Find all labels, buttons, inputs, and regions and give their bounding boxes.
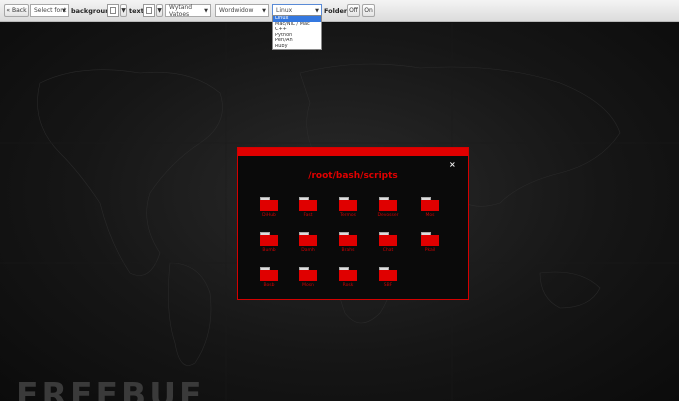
- theme-select-value: Wordwidow: [219, 7, 254, 14]
- folder-dialog: × /root/bash/scripts DiHub Fast Termos D…: [237, 147, 469, 300]
- folders-off-button[interactable]: Off: [347, 4, 360, 17]
- background-color-swatch[interactable]: [107, 4, 119, 17]
- dialog-path-title: /root/bash/scripts: [308, 171, 398, 181]
- folder-name: Mosn: [302, 283, 314, 288]
- folder-name: Bumb: [262, 248, 276, 253]
- chevron-down-icon: ▼: [157, 7, 162, 14]
- folder-icon: [339, 200, 357, 211]
- folder-item[interactable]: Chat: [379, 232, 407, 256]
- os-dropdown-list[interactable]: Linux Mac/NIL / Mac C++ Python Perl/Ah R…: [272, 15, 322, 50]
- folder-name: Pkail: [424, 248, 436, 253]
- folder-icon: [260, 270, 278, 281]
- folder-item[interactable]: Brahs: [339, 232, 367, 256]
- folder-item[interactable]: Devosser: [378, 197, 407, 221]
- text-color-preview: [146, 7, 152, 14]
- folders-on-button[interactable]: On: [362, 4, 375, 17]
- folder-icon: [421, 235, 439, 246]
- wordpress-select[interactable]: Wytand Vatoes ▼: [165, 4, 211, 18]
- folder-icon: [260, 235, 278, 246]
- os-select-value: Linux: [276, 7, 293, 14]
- folder-name: Devosser: [377, 213, 399, 218]
- folder-item[interactable]: Mosn: [299, 267, 327, 291]
- folder-icon: [299, 200, 317, 211]
- background-color-dropdown[interactable]: ▼: [120, 4, 127, 17]
- back-button[interactable]: « Back: [4, 4, 29, 17]
- folder-name: Bosb: [263, 283, 275, 288]
- folder-name: Chat: [382, 248, 394, 253]
- chevron-down-icon: ▼: [315, 8, 319, 14]
- folder-item[interactable]: Pkail: [421, 232, 449, 256]
- text-color-dropdown[interactable]: ▼: [156, 4, 163, 17]
- chevron-down-icon: ▼: [204, 8, 208, 14]
- folder-name: Termos: [339, 213, 356, 218]
- folder-item[interactable]: Fast: [299, 197, 327, 221]
- folder-item[interactable]: Damh: [299, 232, 327, 256]
- folder-icon: [339, 270, 357, 281]
- folder-item[interactable]: Bumb: [260, 232, 288, 256]
- close-icon[interactable]: ×: [449, 160, 456, 169]
- text-color-swatch[interactable]: [143, 4, 155, 17]
- folder-icon: [421, 200, 439, 211]
- folder-icon: [339, 235, 357, 246]
- toolbar: « Back Select font ▼ background: ▼ text:…: [0, 0, 679, 22]
- chevron-down-icon: ▼: [62, 8, 66, 14]
- folder-icon: [299, 270, 317, 281]
- dialog-titlebar: [238, 148, 468, 156]
- folder-icon: [260, 200, 278, 211]
- folder-icon: [379, 270, 397, 281]
- chevron-down-icon: ▼: [121, 7, 126, 14]
- folder-icon: [379, 200, 397, 211]
- folder-icon: [379, 235, 397, 246]
- folder-item[interactable]: Mos: [421, 197, 449, 221]
- folder-name: Fast: [303, 213, 313, 218]
- folder-name: DiHub: [262, 213, 276, 218]
- folder-item[interactable]: Bosb: [260, 267, 288, 291]
- folder-item[interactable]: Termos: [339, 197, 367, 221]
- folder-item[interactable]: SBF: [379, 267, 407, 291]
- folder-name: Brahs: [341, 248, 355, 253]
- folder-name: Rosk: [342, 283, 354, 288]
- folder-name: SBF: [383, 283, 393, 288]
- chevron-down-icon: ▼: [262, 8, 266, 14]
- background-color-preview: [110, 7, 116, 14]
- dropdown-option[interactable]: Ruby: [273, 44, 321, 50]
- theme-select[interactable]: Wordwidow ▼: [215, 4, 269, 17]
- watermark-logo: FREEBUF: [16, 375, 205, 401]
- font-select[interactable]: Select font ▼: [30, 4, 69, 17]
- folder-item[interactable]: DiHub: [260, 197, 288, 221]
- folder-icon: [299, 235, 317, 246]
- folder-name: Damh: [301, 248, 315, 253]
- folder-name: Mos: [425, 213, 435, 218]
- folder-item[interactable]: Rosk: [339, 267, 367, 291]
